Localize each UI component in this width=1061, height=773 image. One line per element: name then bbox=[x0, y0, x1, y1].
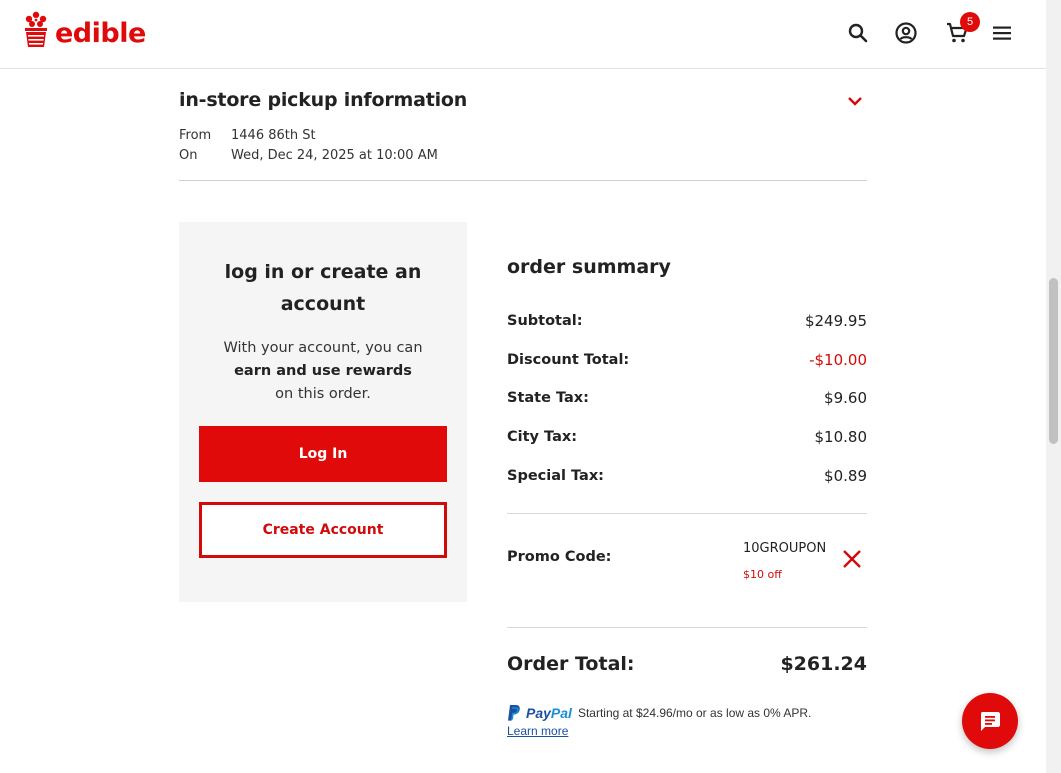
subtotal-value: $249.95 bbox=[804, 312, 867, 330]
paypal-financing-text: Starting at $24.96/mo or as low as 0% AP… bbox=[577, 706, 812, 720]
special-tax-value: $0.89 bbox=[824, 467, 867, 485]
brand-name: edible bbox=[55, 18, 146, 49]
chat-bubble-icon bbox=[981, 712, 1000, 731]
login-card-title: log in or create an account bbox=[224, 261, 422, 315]
chevron-down-icon[interactable] bbox=[846, 94, 864, 108]
page-scrollbar[interactable] bbox=[1046, 0, 1061, 773]
paypal-learn-more-link[interactable]: Learn more bbox=[507, 724, 568, 738]
pickup-from-value: 1446 86th St bbox=[231, 128, 316, 143]
paypal-logo-icon bbox=[508, 705, 520, 721]
discount-total-value: -$10.00 bbox=[809, 351, 867, 369]
scrollbar-thumb[interactable] bbox=[1049, 278, 1058, 444]
hamburger-menu-icon[interactable] bbox=[989, 20, 1015, 46]
promo-discount-text: $10 off bbox=[743, 568, 782, 581]
paypal-wordmark: PayPal bbox=[526, 705, 572, 721]
edible-logo[interactable]: edible bbox=[22, 10, 146, 50]
state-tax-label: State Tax: bbox=[507, 390, 589, 406]
order-total-label: Order Total: bbox=[507, 653, 635, 675]
paypal-word-pal: Pal bbox=[550, 705, 572, 721]
fruit-bouquet-icon bbox=[25, 11, 47, 47]
order-total-value: $261.24 bbox=[780, 653, 867, 675]
login-card-text: With your account, you can earn and use … bbox=[179, 337, 467, 406]
pickup-from-label: From bbox=[179, 128, 212, 143]
account-icon[interactable] bbox=[893, 20, 919, 46]
pickup-on-value: Wed, Dec 24, 2025 at 10:00 AM bbox=[231, 148, 438, 163]
summary-divider bbox=[507, 513, 867, 514]
cart-count-badge: 5 bbox=[960, 12, 980, 32]
special-tax-label: Special Tax: bbox=[507, 468, 604, 484]
paypal-message: PayPal Starting at $24.96/mo or as low a… bbox=[507, 704, 811, 722]
promo-code-label: Promo Code: bbox=[507, 549, 612, 565]
subtotal-label: Subtotal: bbox=[507, 313, 583, 329]
discount-total-label: Discount Total: bbox=[507, 352, 630, 368]
state-tax-value: $9.60 bbox=[824, 389, 867, 407]
login-text-line-1: With your account, you can bbox=[223, 340, 423, 356]
log-in-button[interactable]: Log In bbox=[199, 426, 447, 482]
pickup-on-label: On bbox=[179, 148, 198, 163]
order-summary-title: order summary bbox=[507, 256, 671, 278]
login-text-line-3: on this order. bbox=[275, 386, 371, 402]
login-card: log in or create an account With your ac… bbox=[179, 222, 467, 602]
city-tax-label: City Tax: bbox=[507, 429, 578, 445]
promo-code-value: 10GROUPON bbox=[743, 541, 827, 556]
paypal-word-pay: Pay bbox=[526, 705, 551, 721]
site-header: edible 5 bbox=[0, 0, 1046, 69]
summary-divider bbox=[507, 627, 867, 628]
chat-button[interactable] bbox=[962, 693, 1018, 749]
city-tax-value: $10.80 bbox=[814, 428, 868, 446]
create-account-button[interactable]: Create Account bbox=[199, 502, 447, 558]
login-text-rewards: earn and use rewards bbox=[234, 363, 412, 379]
section-divider bbox=[179, 180, 867, 181]
pickup-section-title: in-store pickup information bbox=[179, 89, 468, 111]
search-icon[interactable] bbox=[845, 20, 871, 46]
remove-promo-close-icon[interactable] bbox=[840, 547, 864, 571]
